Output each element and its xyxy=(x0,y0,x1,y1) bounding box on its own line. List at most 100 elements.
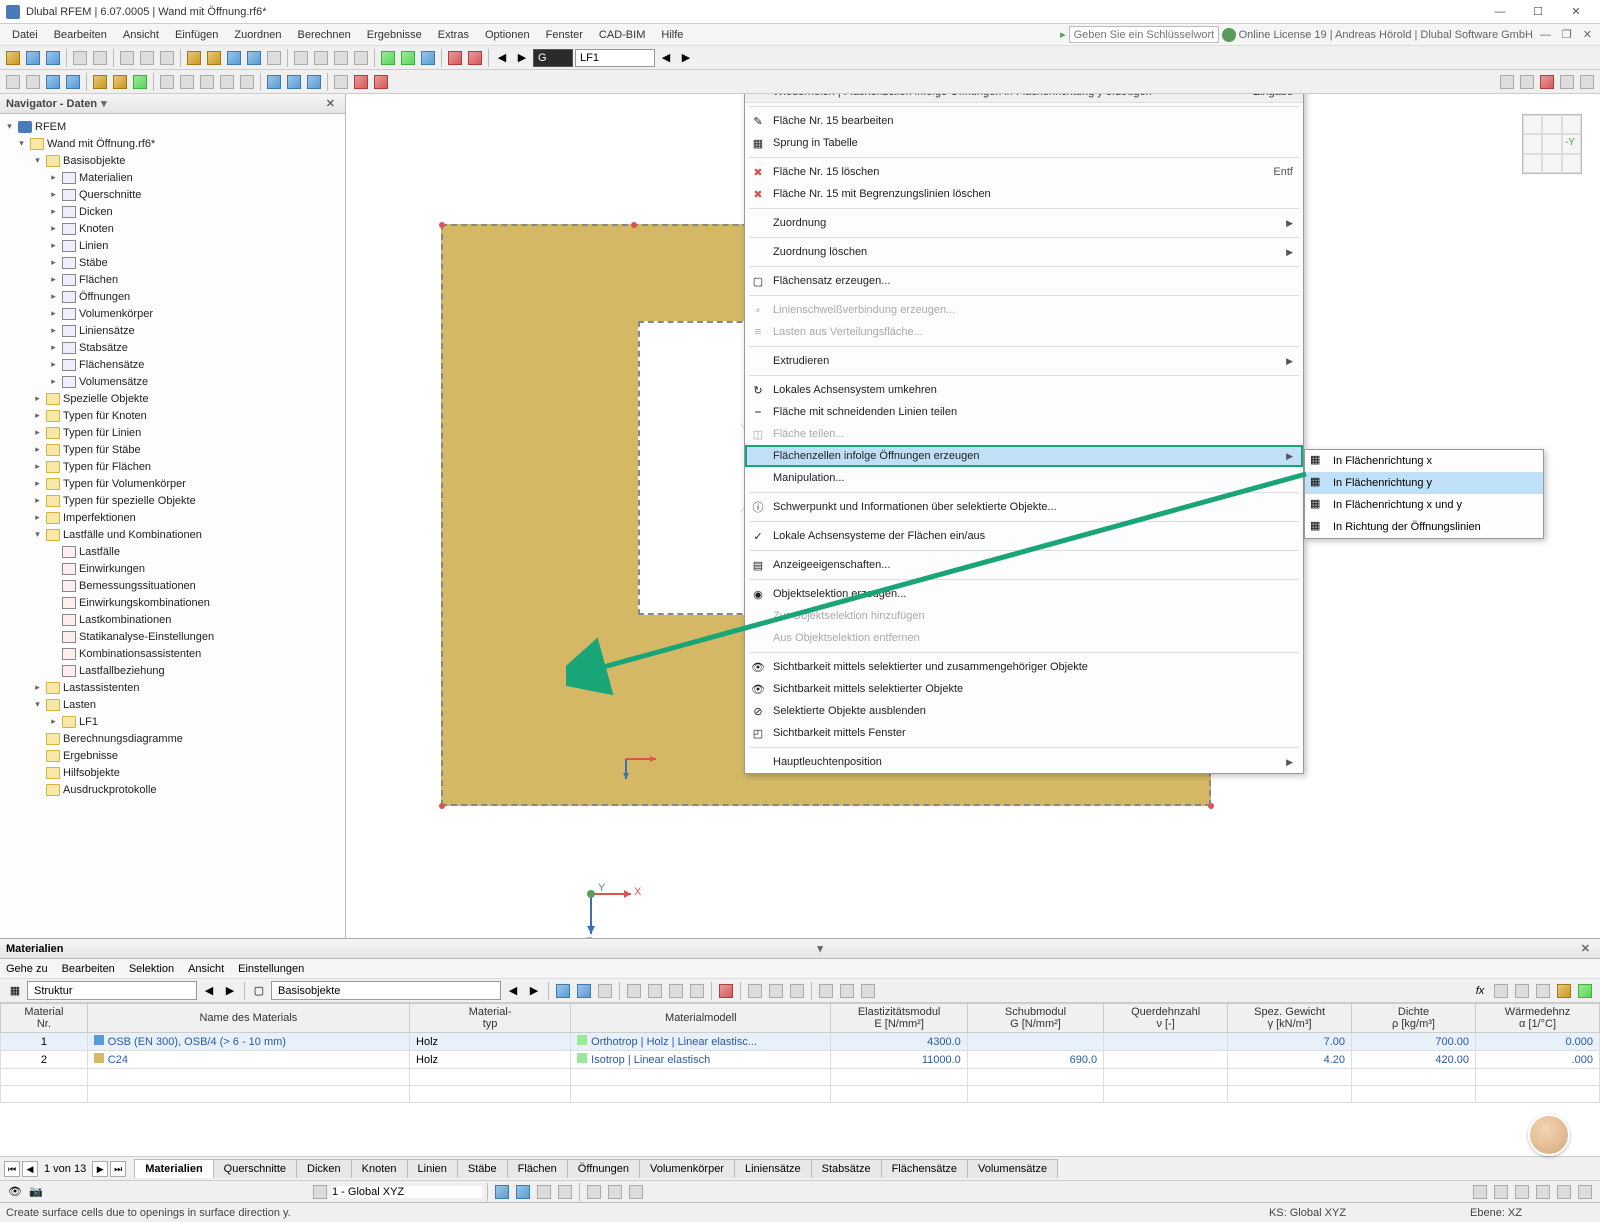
sbtool-c[interactable] xyxy=(514,1183,532,1201)
bottom-tab[interactable]: Stäbe xyxy=(457,1159,508,1178)
tree-basis-item[interactable]: ▸Öffnungen xyxy=(0,288,345,305)
tree-lf-item[interactable]: Lastfälle xyxy=(0,543,345,560)
tree-lf-item[interactable]: Statikanalyse-Einstellungen xyxy=(0,628,345,645)
bp-menu-ansicht[interactable]: Ansicht xyxy=(188,963,224,975)
tree-lf-item[interactable]: Einwirkungen xyxy=(0,560,345,577)
tree-basis-item[interactable]: ▸Materialien xyxy=(0,169,345,186)
tool2-l[interactable] xyxy=(238,73,256,91)
bp-t9[interactable] xyxy=(746,982,764,1000)
tool2-n[interactable] xyxy=(285,73,303,91)
ctx-las-einaus[interactable]: ✓Lokale Achsensysteme der Flächen ein/au… xyxy=(745,525,1303,547)
tool2-j[interactable] xyxy=(198,73,216,91)
bp-tr1[interactable] xyxy=(1492,982,1510,1000)
tree-end-item[interactable]: Ausdruckprotokolle xyxy=(0,781,345,798)
tree-basis-item[interactable]: ▸Linien xyxy=(0,237,345,254)
menu-ergebnisse[interactable]: Ergebnisse xyxy=(359,27,430,43)
inner-restore[interactable]: ❐ xyxy=(1558,28,1576,41)
menu-cadbim[interactable]: CAD-BIM xyxy=(591,27,653,43)
sbtool-g[interactable] xyxy=(606,1183,624,1201)
bp-t3[interactable] xyxy=(596,982,614,1000)
tool-f[interactable] xyxy=(292,49,310,67)
bp-tr5[interactable] xyxy=(1576,982,1594,1000)
bp-t11[interactable] xyxy=(788,982,806,1000)
inner-close[interactable]: ✕ xyxy=(1579,28,1596,41)
bottom-tab[interactable]: Volumenkörper xyxy=(639,1159,735,1178)
tree-basis-item[interactable]: ▸Dicken xyxy=(0,203,345,220)
tool2-o[interactable] xyxy=(305,73,323,91)
bp-t6[interactable] xyxy=(667,982,685,1000)
bottom-tab[interactable]: Flächen xyxy=(507,1159,568,1178)
sbtool-cam[interactable]: 📷 xyxy=(27,1183,45,1201)
tool-b[interactable] xyxy=(205,49,223,67)
tool2-g[interactable] xyxy=(131,73,149,91)
tree-end-item[interactable]: Berechnungsdiagramme xyxy=(0,730,345,747)
page-last[interactable]: ⏭ xyxy=(110,1161,126,1177)
tree-lastassistenten[interactable]: Lastassistenten xyxy=(63,682,139,694)
bp-t5[interactable] xyxy=(646,982,664,1000)
bp-tr3[interactable] xyxy=(1534,982,1552,1000)
menu-fenster[interactable]: Fenster xyxy=(538,27,591,43)
bp-tr2[interactable] xyxy=(1513,982,1531,1000)
submenu-xy[interactable]: ▦In Flächenrichtung x und y xyxy=(1305,494,1543,516)
sbtool-r5[interactable] xyxy=(1555,1183,1573,1201)
tool2-r[interactable] xyxy=(372,73,390,91)
node-point[interactable] xyxy=(631,222,637,228)
tree-category[interactable]: ▸Typen für Volumenkörper xyxy=(0,475,345,492)
ctx-anzeige[interactable]: ▤Anzeigeeigenschaften... xyxy=(745,554,1303,576)
tool2-f[interactable] xyxy=(111,73,129,91)
ctx-objsel-create[interactable]: ◉Objektselektion erzeugen... xyxy=(745,583,1303,605)
tool-c[interactable] xyxy=(225,49,243,67)
tree-lasten[interactable]: Lasten xyxy=(63,699,96,711)
bp-combo-struktur[interactable]: Struktur xyxy=(27,981,197,1000)
ctx-delete-with-bounds[interactable]: ✖Fläche Nr. 15 mit Begrenzungslinien lös… xyxy=(745,183,1303,205)
tree-basis-item[interactable]: ▸Knoten xyxy=(0,220,345,237)
tool-g[interactable] xyxy=(312,49,330,67)
bp-menu-gehezu[interactable]: Gehe zu xyxy=(6,963,48,975)
sbtool-h[interactable] xyxy=(627,1183,645,1201)
tree-category[interactable]: ▸Typen für Knoten xyxy=(0,407,345,424)
bottom-tab[interactable]: Querschnitte xyxy=(213,1159,297,1178)
tree-end-item[interactable]: Hilfsobjekte xyxy=(0,764,345,781)
ctx-manipulation[interactable]: Manipulation... xyxy=(745,467,1303,489)
menu-datei[interactable]: Datei xyxy=(4,27,46,43)
sbtool-eye[interactable]: 👁 xyxy=(6,1183,24,1201)
sbtool-f[interactable] xyxy=(585,1183,603,1201)
tool-copy[interactable] xyxy=(138,49,156,67)
bp-t7[interactable] xyxy=(688,982,706,1000)
sbtool-b[interactable] xyxy=(493,1183,511,1201)
tool-lf-next[interactable]: ▶ xyxy=(677,49,695,67)
viewport[interactable]: X Y Z -Y Wiederholen | Flächenzellen inf… xyxy=(346,94,1600,938)
tool2-right-c[interactable] xyxy=(1538,73,1556,91)
ctx-edit-surface[interactable]: ✎Fläche Nr. 15 bearbeiten xyxy=(745,110,1303,132)
ctx-zuordnung[interactable]: Zuordnung▶ xyxy=(745,212,1303,234)
tool-save[interactable] xyxy=(44,49,62,67)
sbtool-r1[interactable] xyxy=(1471,1183,1489,1201)
bp-t13[interactable] xyxy=(838,982,856,1000)
menu-zuordnen[interactable]: Zuordnen xyxy=(226,27,289,43)
tool2-d[interactable] xyxy=(64,73,82,91)
page-next[interactable]: ▶ xyxy=(92,1161,108,1177)
bp-t10[interactable] xyxy=(767,982,785,1000)
bp-tool-icon[interactable]: ▦ xyxy=(6,982,24,1000)
tree-file[interactable]: Wand mit Öffnung.rf6* xyxy=(47,138,155,150)
tool-h[interactable] xyxy=(332,49,350,67)
close-button[interactable]: ✕ xyxy=(1558,2,1594,22)
sbtool-r3[interactable] xyxy=(1513,1183,1531,1201)
table-row[interactable]: 2C24HolzIsotrop | Linear elastisch11000.… xyxy=(1,1051,1600,1069)
assistant-avatar[interactable] xyxy=(1528,1114,1570,1156)
bp-menu-selektion[interactable]: Selektion xyxy=(129,963,174,975)
tree-lf-item[interactable]: Kombinationsassistenten xyxy=(0,645,345,662)
ctx-schneiden[interactable]: ⎯Fläche mit schneidenden Linien teilen xyxy=(745,401,1303,423)
inner-minimize[interactable]: — xyxy=(1536,29,1555,41)
tool2-p[interactable] xyxy=(332,73,350,91)
bottom-tab[interactable]: Flächensätze xyxy=(881,1159,968,1178)
tool-lf-prev[interactable]: ◀ xyxy=(657,49,675,67)
page-prev[interactable]: ◀ xyxy=(22,1161,38,1177)
ctx-sel-ausblenden[interactable]: ⊘Selektierte Objekte ausblenden xyxy=(745,700,1303,722)
ctx-sicht-fenster[interactable]: ◰Sichtbarkeit mittels Fenster xyxy=(745,722,1303,744)
table-row[interactable]: 1OSB (EN 300), OSB/4 (> 6 - 10 mm)HolzOr… xyxy=(1,1033,1600,1051)
bp-fx[interactable]: fx xyxy=(1471,982,1489,1000)
tree-lf-item[interactable]: Lastkombinationen xyxy=(0,611,345,628)
tool2-m[interactable] xyxy=(265,73,283,91)
tool-j[interactable] xyxy=(379,49,397,67)
